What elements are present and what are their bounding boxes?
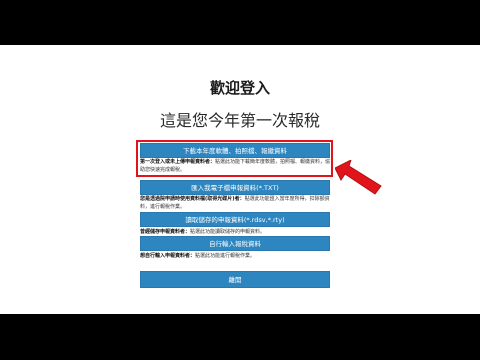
description-bold: 想自行輸入申報資料者： — [140, 253, 196, 259]
manual-input-description: 想自行輸入申報資料者：點選此功能進行報稅作業。 — [140, 252, 332, 260]
highlight-box — [136, 140, 333, 177]
import-file-description: 您是透過院申請時使用資料檔(取得光碟片)者：點選此功能匯入當年度所得，扣除額資料… — [140, 195, 332, 211]
page-title: 歡迎登入 — [209, 79, 270, 97]
description-text: 點選此功能進行報稅作業。 — [195, 253, 256, 259]
import-file-button[interactable]: 匯入我電子檔申報資料(*.TXT) — [140, 180, 330, 195]
description-bold: 您是透過院申請時使用資料檔(取得光碟片)者： — [140, 196, 245, 202]
top-letterbox — [0, 0, 480, 45]
leave-button[interactable]: 離開 — [140, 271, 330, 288]
bottom-letterbox — [0, 314, 480, 360]
page-subtitle: 這是您今年第一次報稅 — [159, 111, 320, 130]
description-text: 點選此功能讀取儲存的申報資料。 — [190, 229, 266, 235]
read-saved-data-button[interactable]: 讀取儲存的申報資料(*.rdsv,*.rty) — [140, 212, 330, 227]
description-bold: 曾經儲存申報資料者： — [140, 229, 191, 235]
read-saved-data-description: 曾經儲存申報資料者：點選此功能讀取儲存的申報資料。 — [140, 228, 332, 236]
login-screen: 歡迎登入 這是您今年第一次報稅 下載本年度軟體、拍照檔、報繳資料 第一次登入或未… — [0, 45, 480, 314]
pointer-arrow-icon — [335, 160, 382, 195]
manual-input-button[interactable]: 自行輸入報稅資料 — [140, 236, 330, 251]
